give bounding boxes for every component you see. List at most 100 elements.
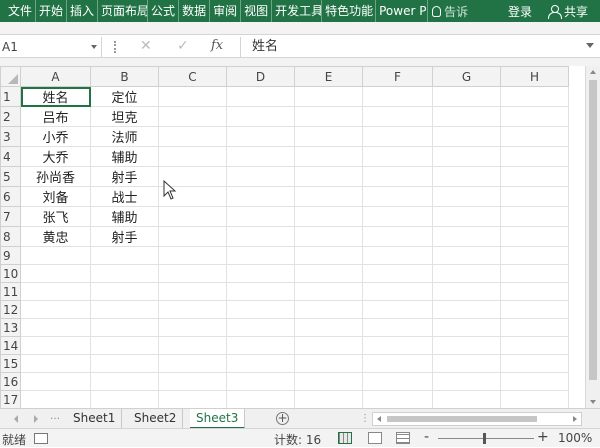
cell-a8[interactable]: 黄忠 (20, 226, 91, 247)
zoom-slider[interactable] (438, 438, 534, 439)
cell-d13[interactable] (226, 318, 295, 337)
column-header-h[interactable]: H (500, 66, 569, 87)
cell-d16[interactable] (226, 372, 295, 391)
column-header-g[interactable]: G (432, 66, 501, 87)
more-sheets-icon[interactable]: … (50, 411, 60, 422)
cell-h15[interactable] (500, 354, 569, 373)
cell-g15[interactable] (432, 354, 501, 373)
cell-a16[interactable] (20, 372, 91, 391)
cell-c7[interactable] (158, 206, 227, 227)
row-header[interactable]: 6 (0, 186, 21, 207)
row-header[interactable]: 8 (0, 226, 21, 247)
row-header[interactable]: 12 (0, 300, 21, 319)
row-header[interactable]: 5 (0, 166, 21, 187)
cell-e13[interactable] (294, 318, 363, 337)
macro-record-icon[interactable] (34, 433, 48, 444)
sheet-tab-sheet3[interactable]: Sheet3 (190, 409, 246, 429)
sheet-tab-sheet2[interactable]: Sheet2 (128, 409, 184, 429)
vertical-scroll-thumb[interactable] (589, 80, 597, 380)
cell-e15[interactable] (294, 354, 363, 373)
select-all-button[interactable] (0, 66, 21, 87)
cell-h13[interactable] (500, 318, 569, 337)
cell-f4[interactable] (362, 146, 433, 167)
cell-d8[interactable] (226, 226, 295, 247)
cell-h6[interactable] (500, 186, 569, 207)
resize-grip-icon[interactable] (114, 41, 116, 53)
cell-c2[interactable] (158, 106, 227, 127)
cell-f5[interactable] (362, 166, 433, 187)
cell-c15[interactable] (158, 354, 227, 373)
row-header[interactable]: 16 (0, 372, 21, 391)
cell-d4[interactable] (226, 146, 295, 167)
cell-b6[interactable]: 战士 (90, 186, 159, 207)
cell-a10[interactable] (20, 264, 91, 283)
cell-g16[interactable] (432, 372, 501, 391)
cell-e5[interactable] (294, 166, 363, 187)
scroll-down-icon[interactable] (590, 400, 596, 404)
cell-h14[interactable] (500, 336, 569, 355)
next-sheet-icon[interactable] (34, 415, 38, 423)
row-header[interactable]: 7 (0, 206, 21, 227)
cell-e16[interactable] (294, 372, 363, 391)
normal-view-icon[interactable] (338, 432, 352, 444)
cell-e2[interactable] (294, 106, 363, 127)
cell-b14[interactable] (90, 336, 159, 355)
cell-d12[interactable] (226, 300, 295, 319)
cell-b5[interactable]: 射手 (90, 166, 159, 187)
column-header-d[interactable]: D (226, 66, 295, 87)
sheet-tab-sheet1[interactable]: Sheet1 (67, 409, 123, 429)
cell-a2[interactable]: 吕布 (20, 106, 91, 127)
cell-c11[interactable] (158, 282, 227, 301)
cell-a13[interactable] (20, 318, 91, 337)
cell-c3[interactable] (158, 126, 227, 147)
row-header[interactable]: 4 (0, 146, 21, 167)
cell-e9[interactable] (294, 246, 363, 265)
cell-f7[interactable] (362, 206, 433, 227)
cell-d1[interactable] (226, 86, 295, 107)
cell-c13[interactable] (158, 318, 227, 337)
cell-d14[interactable] (226, 336, 295, 355)
cell-g8[interactable] (432, 226, 501, 247)
cell-b10[interactable] (90, 264, 159, 283)
cell-c8[interactable] (158, 226, 227, 247)
cell-c14[interactable] (158, 336, 227, 355)
cell-h11[interactable] (500, 282, 569, 301)
cell-f8[interactable] (362, 226, 433, 247)
cell-d11[interactable] (226, 282, 295, 301)
cell-g4[interactable] (432, 146, 501, 167)
cell-e7[interactable] (294, 206, 363, 227)
cell-f2[interactable] (362, 106, 433, 127)
cell-g1[interactable] (432, 86, 501, 107)
cell-h1[interactable] (500, 86, 569, 107)
cell-f6[interactable] (362, 186, 433, 207)
cell-f11[interactable] (362, 282, 433, 301)
vertical-scrollbar[interactable] (585, 66, 600, 408)
expand-formula-icon[interactable] (586, 43, 594, 48)
row-header[interactable]: 17 (0, 390, 21, 408)
tab-home[interactable]: 开始 (36, 0, 68, 22)
cell-f3[interactable] (362, 126, 433, 147)
horizontal-scrollbar[interactable] (372, 412, 582, 426)
tab-split-handle-icon[interactable]: ⋮ (360, 413, 370, 424)
column-header-c[interactable]: C (158, 66, 227, 87)
cell-h8[interactable] (500, 226, 569, 247)
tell-me-box[interactable]: 告诉我 (428, 3, 468, 20)
cell-h9[interactable] (500, 246, 569, 265)
cell-b2[interactable]: 坦克 (90, 106, 159, 127)
share-button[interactable]: 共享 (542, 3, 600, 20)
cell-a12[interactable] (20, 300, 91, 319)
cell-a3[interactable]: 小乔 (20, 126, 91, 147)
cell-a9[interactable] (20, 246, 91, 265)
row-header[interactable]: 3 (0, 126, 21, 147)
column-header-b[interactable]: B (90, 66, 159, 87)
cell-f14[interactable] (362, 336, 433, 355)
cell-c4[interactable] (158, 146, 227, 167)
cell-b1[interactable]: 定位 (90, 86, 159, 107)
row-header[interactable]: 15 (0, 354, 21, 373)
name-box[interactable]: A1 (0, 37, 102, 57)
cell-b11[interactable] (90, 282, 159, 301)
cell-e6[interactable] (294, 186, 363, 207)
horizontal-scroll-thumb[interactable] (387, 416, 537, 422)
tab-insert[interactable]: 插入 (67, 0, 99, 22)
cell-d9[interactable] (226, 246, 295, 265)
